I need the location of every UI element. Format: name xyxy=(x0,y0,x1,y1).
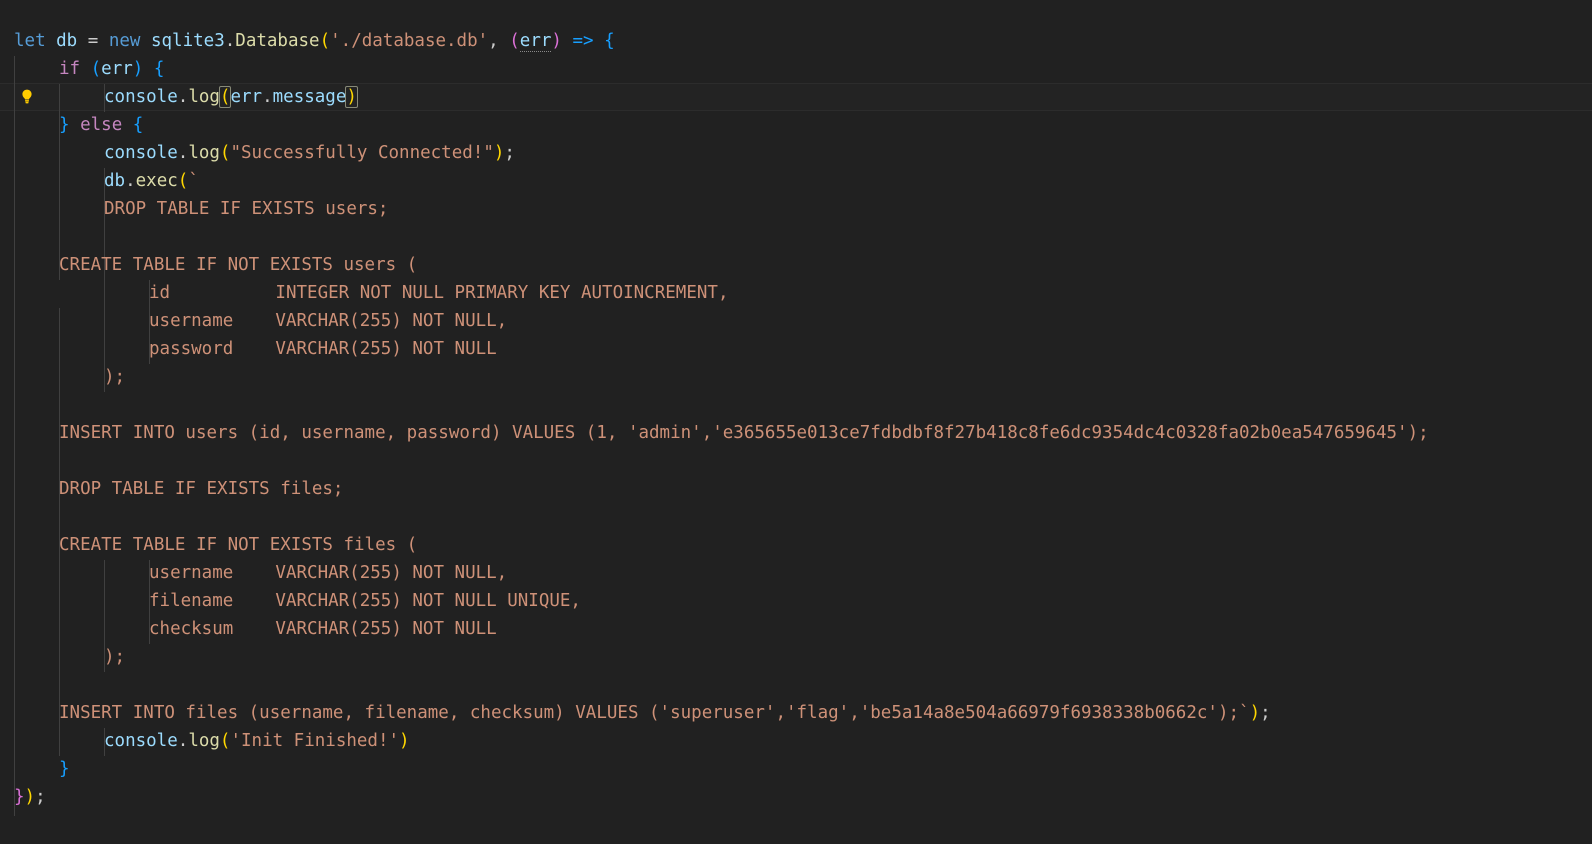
token-method-log: log xyxy=(188,143,220,163)
code-line-25[interactable]: INSERT INTO files (username, filename, c… xyxy=(59,699,1271,727)
code-line-27[interactable]: } xyxy=(59,755,70,783)
token-template-literal-open: ` xyxy=(188,171,199,191)
code-line-26[interactable]: console.log('Init Finished!') xyxy=(104,727,410,755)
token-bracket-open: ( xyxy=(177,171,189,191)
code-line-20[interactable]: username VARCHAR(255) NOT NULL, xyxy=(149,559,507,587)
token-semicolon: ; xyxy=(504,143,515,163)
indent-guide xyxy=(14,56,15,816)
token-keyword-new: new xyxy=(108,31,141,51)
sql-create-files: CREATE TABLE IF NOT EXISTS files ( xyxy=(59,535,418,555)
token-bracket-close: ) xyxy=(24,787,36,807)
token-brace-close: } xyxy=(59,759,70,779)
token-string-db-path: './database.db' xyxy=(330,31,489,51)
token-bracket-open: ( xyxy=(219,143,231,163)
sql-files-column-checksum: checksum VARCHAR(255) NOT NULL xyxy=(149,619,497,639)
sql-files-column-username: username VARCHAR(255) NOT NULL, xyxy=(149,563,508,583)
token-comma: , xyxy=(488,31,510,51)
token-brace-close: } xyxy=(59,115,70,135)
code-line-22[interactable]: checksum VARCHAR(255) NOT NULL xyxy=(149,615,497,643)
token-bracket-open: ( xyxy=(219,731,231,751)
token-bracket-open: ( xyxy=(319,31,331,51)
token-dot: . xyxy=(224,31,236,51)
token-object-console: console xyxy=(104,87,178,107)
sql-column-password: password VARCHAR(255) NOT NULL xyxy=(149,339,497,359)
sql-drop-files: DROP TABLE IF EXISTS files; xyxy=(59,479,344,499)
token-dot: . xyxy=(177,731,189,751)
token-bracket-close: ) xyxy=(493,143,505,163)
token-bracket-open-params: ( xyxy=(509,31,520,51)
code-line-10[interactable]: id INTEGER NOT NULL PRIMARY KEY AUTOINCR… xyxy=(149,279,728,307)
token-bracket-close-params: ) xyxy=(551,31,562,51)
token-method-log: log xyxy=(188,731,220,751)
token-arrow: => xyxy=(561,31,605,51)
sql-users-close-paren: ); xyxy=(104,367,126,387)
token-bracket-open: ( xyxy=(80,59,102,79)
sql-insert-users: INSERT INTO users (id, username, passwor… xyxy=(59,423,1429,443)
code-line-17[interactable]: DROP TABLE IF EXISTS files; xyxy=(59,475,343,503)
token-bracket-close: ) xyxy=(132,59,144,79)
token-variable-err: err xyxy=(230,87,263,107)
code-line-3[interactable]: console.log(err.message) xyxy=(104,83,358,111)
token-variable-sqlite3: sqlite3 xyxy=(140,31,225,51)
token-dot: . xyxy=(125,171,136,191)
token-bracket-open-matched: ( xyxy=(218,86,232,108)
token-control-else: else xyxy=(69,115,133,135)
token-brace-open: { xyxy=(143,59,165,79)
code-line-5[interactable]: console.log("Successfully Connected!"); xyxy=(104,139,515,167)
code-line-12[interactable]: password VARCHAR(255) NOT NULL xyxy=(149,335,497,363)
token-template-literal-close: ` xyxy=(1239,703,1250,723)
code-line-11[interactable]: username VARCHAR(255) NOT NULL, xyxy=(149,307,507,335)
lightbulb-icon[interactable] xyxy=(18,88,36,106)
token-semicolon: ; xyxy=(35,787,46,807)
code-line-6[interactable]: db.exec(` xyxy=(104,167,199,195)
token-dot: . xyxy=(262,87,273,107)
sql-drop-users: DROP TABLE IF EXISTS users; xyxy=(104,199,389,219)
code-line-15[interactable]: INSERT INTO users (id, username, passwor… xyxy=(59,419,1429,447)
token-param-err: err xyxy=(519,31,552,52)
code-line-21[interactable]: filename VARCHAR(255) NOT NULL UNIQUE, xyxy=(149,587,581,615)
token-operator-assign: = xyxy=(77,31,109,51)
token-control-if: if xyxy=(59,59,81,79)
indent-guide xyxy=(59,308,60,420)
token-function-database: Database xyxy=(235,31,320,51)
token-property-message: message xyxy=(272,87,347,107)
token-keyword-let: let xyxy=(14,31,46,51)
token-brace-open: { xyxy=(604,31,615,51)
token-string-init-finished: 'Init Finished!' xyxy=(230,731,400,751)
token-string-connected: "Successfully Connected!" xyxy=(230,143,494,163)
token-variable-db: db xyxy=(104,171,126,191)
code-line-7[interactable]: DROP TABLE IF EXISTS users; xyxy=(104,195,388,223)
code-line-9[interactable]: CREATE TABLE IF NOT EXISTS users ( xyxy=(59,251,417,279)
code-line-13[interactable]: ); xyxy=(104,363,125,391)
code-line-4[interactable]: } else { xyxy=(59,111,143,139)
token-bracket-close-matched: ) xyxy=(345,86,358,108)
token-method-exec: exec xyxy=(135,171,178,191)
sql-column-id: id INTEGER NOT NULL PRIMARY KEY AUTOINCR… xyxy=(149,283,729,303)
token-dot: . xyxy=(177,87,189,107)
token-object-console: console xyxy=(104,143,178,163)
code-line-28[interactable]: }); xyxy=(14,783,46,811)
token-string-end: '); xyxy=(1207,703,1240,723)
sql-files-close-paren: ); xyxy=(104,647,126,667)
token-method-log: log xyxy=(188,87,220,107)
token-variable-err: err xyxy=(101,59,133,79)
sql-insert-files: INSERT INTO files (username, filename, c… xyxy=(59,703,1208,723)
code-editor-viewport[interactable]: let db = new sqlite3.Database('./databas… xyxy=(0,0,1592,844)
code-line-19[interactable]: CREATE TABLE IF NOT EXISTS files ( xyxy=(59,531,417,559)
code-line-23[interactable]: ); xyxy=(104,643,125,671)
token-bracket-close: ) xyxy=(399,731,410,751)
token-object-console: console xyxy=(104,731,178,751)
token-brace-close: } xyxy=(14,787,25,807)
code-line-1[interactable]: let db = new sqlite3.Database('./databas… xyxy=(14,27,615,55)
token-bracket-close-exec: ) xyxy=(1249,703,1261,723)
token-variable-db: db xyxy=(45,31,78,51)
sql-create-users: CREATE TABLE IF NOT EXISTS users ( xyxy=(59,255,418,275)
code-line-2[interactable]: if (err) { xyxy=(59,55,164,83)
sql-files-column-filename: filename VARCHAR(255) NOT NULL UNIQUE, xyxy=(149,591,581,611)
token-semicolon: ; xyxy=(1260,703,1271,723)
sql-column-username: username VARCHAR(255) NOT NULL, xyxy=(149,311,508,331)
token-dot: . xyxy=(177,143,189,163)
token-brace-open: { xyxy=(132,115,144,135)
